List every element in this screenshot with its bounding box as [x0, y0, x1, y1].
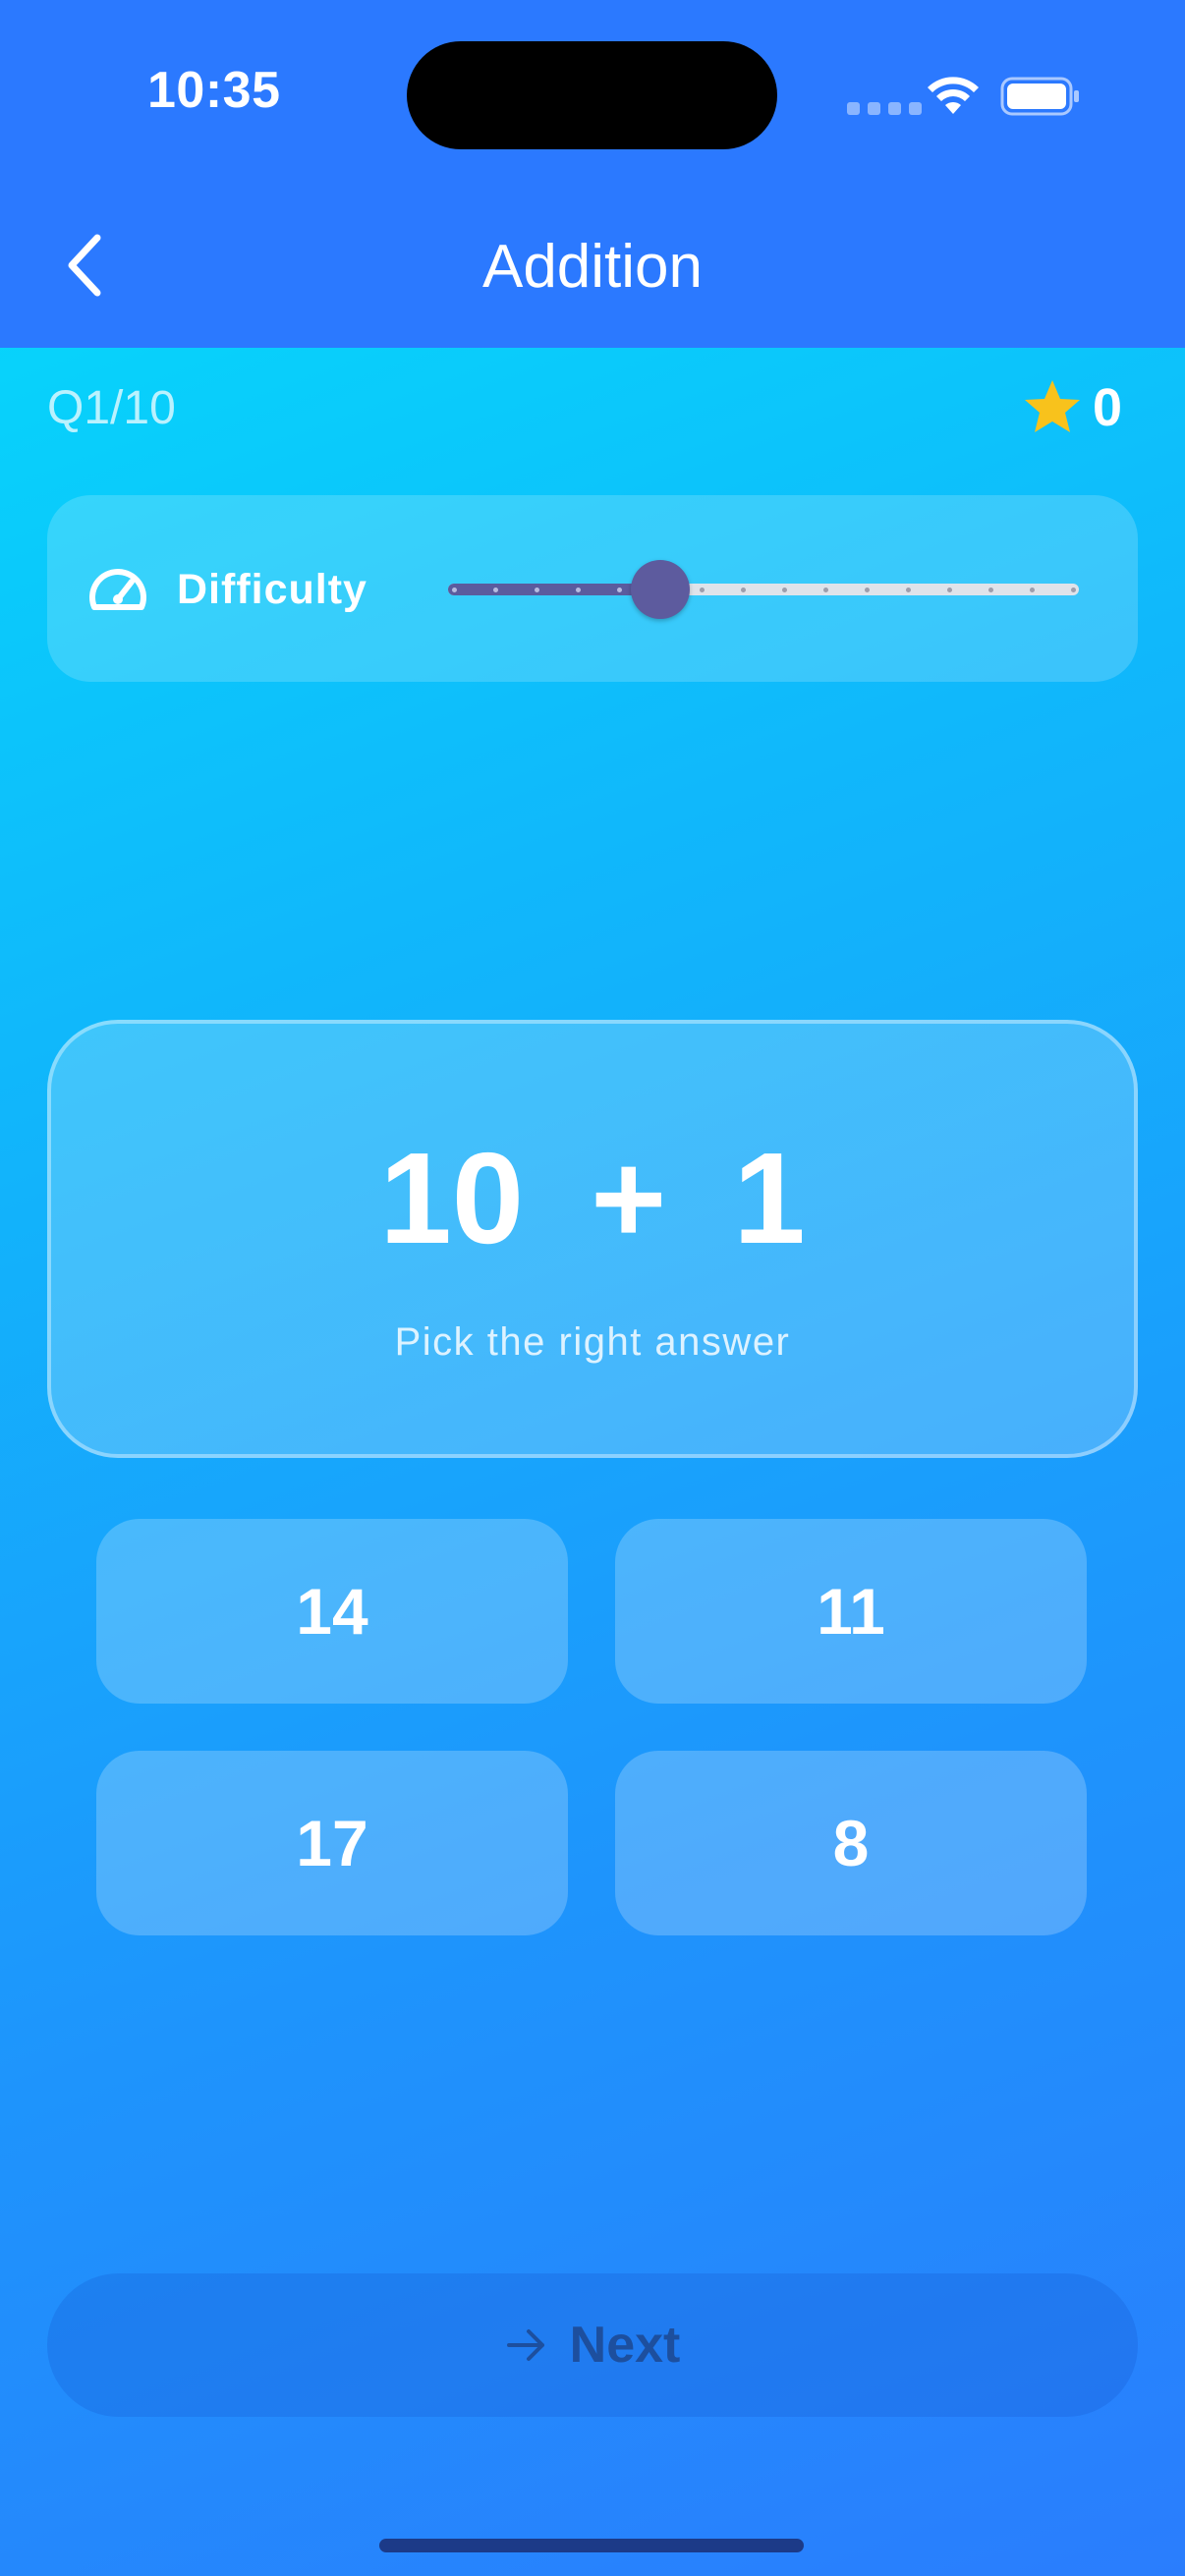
equation-right-operand: 1	[733, 1126, 806, 1270]
slider-tick	[1029, 588, 1035, 592]
question-card: 10 + 1 Pick the right answer	[47, 1020, 1138, 1458]
slider-tick	[822, 588, 828, 592]
slider-track	[448, 584, 1079, 595]
slider-tick	[492, 588, 498, 592]
answer-option-3[interactable]: 17	[96, 1751, 568, 1935]
difficulty-card: Difficulty	[47, 495, 1138, 682]
dynamic-island	[407, 41, 777, 149]
slider-tick	[864, 588, 870, 592]
equation-operator: +	[591, 1126, 667, 1270]
score-count: 0	[1093, 378, 1123, 437]
slider-tick	[699, 588, 705, 592]
answer-option-1[interactable]: 14	[96, 1519, 568, 1704]
question-prompt: Pick the right answer	[394, 1320, 791, 1364]
slider-tick	[740, 588, 746, 592]
difficulty-label: Difficulty	[177, 566, 367, 613]
wifi-icon	[928, 77, 979, 114]
slider-tick	[781, 588, 787, 592]
slider-tick	[905, 588, 911, 592]
arrow-right-icon	[506, 2329, 544, 2361]
header-bar: 10:35 Addition	[0, 0, 1185, 348]
slider-tick	[534, 588, 539, 592]
star-icon	[1025, 380, 1080, 432]
home-indicator	[379, 2539, 804, 2552]
slider-fill	[448, 584, 660, 595]
answer-option-2[interactable]: 11	[615, 1519, 1087, 1704]
status-time: 10:35	[147, 62, 281, 119]
cellular-signal-icon	[847, 102, 922, 115]
slider-tick	[988, 588, 993, 592]
equation-left-operand: 10	[379, 1126, 525, 1270]
slider-tick	[1070, 588, 1076, 592]
next-button-label: Next	[569, 2317, 681, 2374]
slider-tick	[451, 588, 457, 592]
question-progress: Q1/10	[47, 382, 176, 434]
slider-tick	[946, 588, 952, 592]
equation: 10 + 1	[51, 1130, 1134, 1267]
next-button[interactable]: Next	[47, 2273, 1138, 2417]
slider-tick	[575, 588, 581, 592]
gauge-icon	[89, 569, 146, 610]
slider-tick	[616, 588, 622, 592]
difficulty-slider[interactable]	[448, 546, 1083, 631]
page-title: Addition	[481, 233, 704, 301]
answer-option-4[interactable]: 8	[615, 1751, 1087, 1935]
chevron-left-icon	[68, 234, 101, 297]
battery-icon	[1000, 77, 1079, 116]
back-button[interactable]	[49, 226, 118, 305]
slider-thumb[interactable]	[631, 560, 690, 619]
